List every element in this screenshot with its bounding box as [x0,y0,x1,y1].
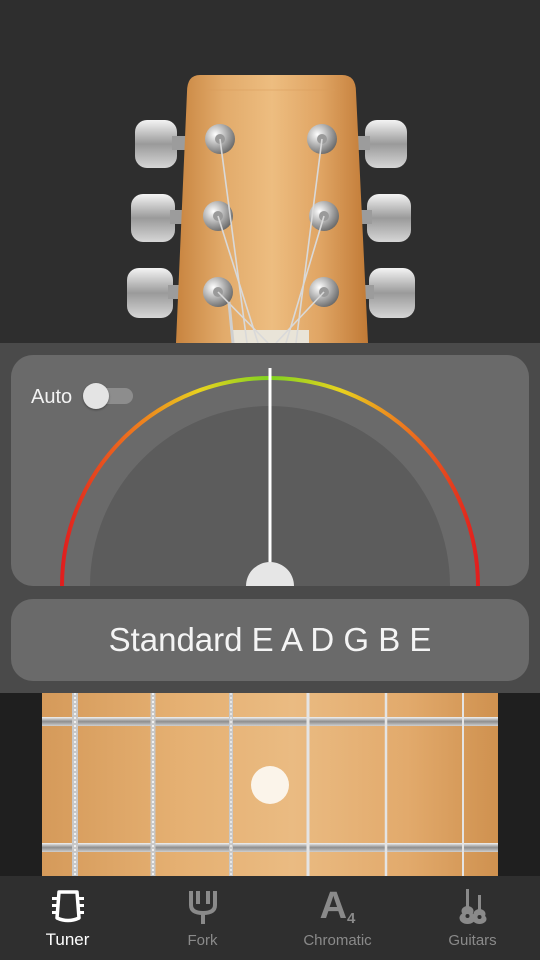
auto-toggle[interactable] [83,383,133,409]
tuning-fork-icon [183,886,223,926]
fret-2 [42,843,498,852]
fret-inlay-dot [251,766,289,804]
tab-fork-label: Fork [187,932,218,949]
tuner-key-left-1 [135,120,188,168]
tab-tuner-label: Tuner [45,930,90,949]
tuning-selector[interactable]: Standard E A D G B E [11,599,529,681]
guitar-headstock [0,0,540,343]
tab-guitars[interactable]: Guitars [405,876,540,960]
tuner-panel: Auto Standard E A D G B E [0,343,540,693]
toggle-knob [83,383,109,409]
headstock-illustration [127,75,415,343]
guitar-fretboard [0,693,540,876]
chromatic-icon-letter: A [319,885,348,927]
tuning-name: Standard E A D G B E [108,621,432,658]
tab-chromatic-label: Chromatic [303,932,372,949]
tuning-gauge: Auto [11,355,529,586]
chromatic-icon-subscript: 4 [347,909,356,927]
tab-guitars-label: Guitars [448,932,497,949]
tab-fork[interactable]: Fork [135,876,270,960]
tab-chromatic[interactable]: A 4 Chromatic [270,876,405,960]
tuner-key-left-2 [131,194,188,242]
guitars-icon [453,886,493,926]
tab-tuner[interactable]: Tuner [0,876,135,960]
chromatic-a4-icon: A 4 [318,885,358,927]
fretboard-illustration [42,693,498,876]
bottom-tab-bar: Tuner Fork A 4 Chromatic Guitars [0,876,540,960]
tuner-icon [48,886,88,926]
auto-label: Auto [31,386,73,408]
tuner-key-right-1 [354,120,407,168]
fret-1 [42,717,498,726]
